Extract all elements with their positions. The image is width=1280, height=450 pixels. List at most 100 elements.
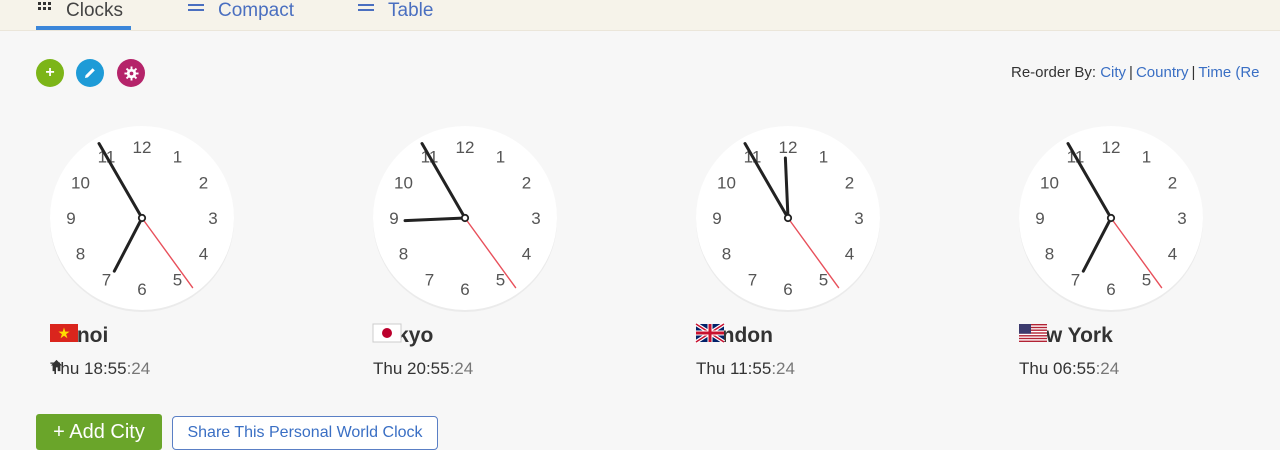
dial-number: 10 [717,174,736,193]
dial-number: 1 [173,148,182,167]
dial-number: 5 [173,270,182,289]
dial-number: 3 [1177,209,1186,228]
time-label: 11:55 [730,359,772,378]
list-icon [358,3,374,20]
dial-number: 6 [783,280,792,299]
dial-number: 8 [76,245,85,264]
us-flag-icon [1019,324,1047,342]
dial-number: 4 [845,245,854,264]
city-time: Thu 06:55:24 [1019,359,1119,379]
dial-number: 9 [1035,209,1044,228]
clock-card-new-york: 121234567891011 New York Thu 06:55:24 [1019,126,1259,387]
dial-number: 10 [1040,174,1059,193]
seconds-label: :24 [1095,359,1120,378]
time-label: 06:55 [1053,359,1096,378]
dial-number: 3 [854,209,863,228]
clock-center-pin [460,213,470,223]
dial-number: 7 [1071,270,1080,289]
dial-number: 2 [1168,174,1177,193]
analog-clock: 121234567891011 [1019,126,1203,312]
active-tab-indicator [36,26,131,30]
dial-number: 7 [102,270,111,289]
tab-compact-label: Compact [218,0,295,21]
clock-center-pin [137,213,147,223]
seconds-label: :24 [126,359,151,378]
dial-number: 2 [845,174,854,193]
clock-card-tokyo: 121234567891011 Tokyo Thu 20:55:24 [372,126,613,387]
clock-center-pin [783,213,793,223]
dial-number: 6 [137,280,146,299]
dial-number: 5 [496,270,505,289]
analog-clock: 121234567891011 [50,126,234,312]
dial-number: 4 [199,245,208,264]
dial-number: 12 [1102,138,1121,157]
reorder-bar: Re-order By: City | Country | Time (Re [1011,64,1260,81]
day-label: Thu [696,359,726,378]
city-heading: New York [1019,324,1113,348]
dial-number: 10 [394,174,413,193]
dial-number: 1 [819,148,828,167]
edit-button[interactable] [76,59,104,87]
tab-clocks[interactable]: Clocks [38,0,123,28]
dial-number: 8 [399,245,408,264]
dial-number: 5 [1142,270,1151,289]
dial-number: 12 [779,138,798,157]
reorder-city-link[interactable]: City [1100,64,1126,81]
uk-flag-icon [694,322,726,344]
gear-icon [123,65,139,81]
dial-number: 7 [425,270,434,289]
time-label: 18:55 [84,359,127,378]
tab-table-label: Table [388,0,434,21]
day-label: Thu [373,359,403,378]
dial-number: 9 [389,209,398,228]
dial-number: 4 [1168,245,1177,264]
city-heading: Hanoi [50,324,108,348]
pencil-icon [85,68,95,78]
dial-number: 12 [456,138,475,157]
plus-icon: + [45,64,55,81]
japan-flag-icon [372,323,402,343]
clock-card-hanoi: 121234567891011 Hanoi Thu 18:55:24 [50,126,290,387]
list-icon [188,3,204,20]
reorder-country-link[interactable]: Country [1136,64,1189,81]
dial-number: 8 [1045,245,1054,264]
city-heading: Tokyo [372,323,433,348]
dial-number: 2 [199,174,208,193]
dial-number: 10 [71,174,90,193]
dial-number: 7 [748,270,757,289]
dial-number: 3 [531,209,540,228]
dial-number: 6 [1106,280,1115,299]
dial-number: 9 [712,209,721,228]
reorder-time-link[interactable]: Time (Re [1198,64,1259,81]
settings-button[interactable] [117,59,145,87]
home-icon [50,359,63,372]
grid-icon [38,2,52,20]
tab-compact[interactable]: Compact [188,0,294,28]
dial-number: 3 [208,209,217,228]
city-time: Thu 18:55:24 [50,359,150,379]
dial-number: 6 [460,280,469,299]
dial-number: 12 [133,138,152,157]
dial-number: 2 [522,174,531,193]
add-clock-button[interactable]: + [36,59,64,87]
reorder-label: Re-order By: [1011,64,1097,81]
clock-center-pin [1106,213,1116,223]
dial-number: 8 [722,245,731,264]
dial-number: 1 [1142,148,1151,167]
city-time: Thu 11:55:24 [696,359,795,379]
clock-card-london: 121234567891011 London Thu 11:55:24 [694,126,936,387]
dial-number: 4 [522,245,531,264]
dial-number: 5 [819,270,828,289]
city-heading: London [694,322,773,348]
tab-clocks-label: Clocks [66,0,124,21]
seconds-label: :24 [449,359,474,378]
analog-clock: 121234567891011 [373,126,557,312]
dial-number: 1 [496,148,505,167]
vietnam-flag-icon [50,324,78,342]
city-time: Thu 20:55:24 [373,359,473,379]
seconds-label: :24 [771,359,795,378]
time-label: 20:55 [407,359,450,378]
day-label: Thu [1019,359,1049,378]
view-tab-bar: Clocks Compact Table [0,0,1280,31]
tab-table[interactable]: Table [358,0,433,28]
